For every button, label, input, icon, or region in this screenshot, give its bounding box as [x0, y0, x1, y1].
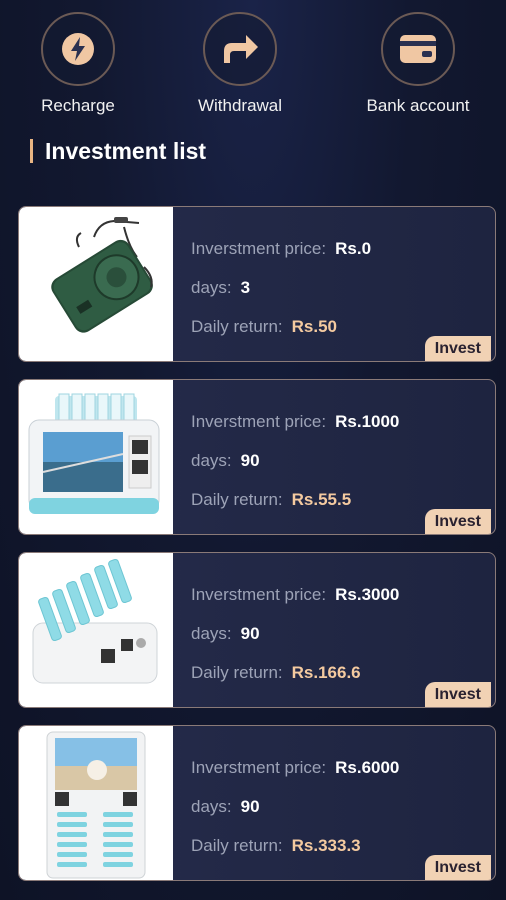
charging-station-screen-image: [19, 380, 173, 534]
price-value: Rs.6000: [335, 757, 400, 777]
price-value: Rs.3000: [335, 584, 400, 604]
price-label: Inverstment price:: [191, 238, 327, 258]
invest-button[interactable]: Invest: [424, 336, 491, 361]
investment-card[interactable]: Inverstment price: Rs.1000 days: 90 Daily …: [18, 379, 496, 535]
investment-info: Inverstment price: Rs.0 days: 3 Daily retu…: [191, 229, 371, 346]
days-label: days:: [191, 277, 232, 297]
bank-account-label: Bank account: [366, 96, 470, 115]
withdrawal-label: Withdrawal: [197, 96, 283, 115]
investment-card[interactable]: Inverstment price: Rs.0 days: 3 Daily retu…: [18, 206, 496, 362]
price-value: Rs.1000: [335, 411, 400, 431]
investment-card[interactable]: Inverstment price: Rs.3000 days: 90 Daily …: [18, 552, 496, 708]
investment-card[interactable]: Inverstment price: Rs.6000 days: 90 Daily …: [18, 725, 496, 881]
daily-return-value: Rs.333.3: [291, 835, 361, 855]
days-value: 90: [240, 796, 260, 816]
days-label: days:: [191, 450, 232, 470]
price-label: Inverstment price:: [191, 584, 327, 604]
daily-return-value: Rs.166.6: [291, 662, 361, 682]
investment-info: Inverstment price: Rs.3000 days: 90 Daily …: [191, 575, 399, 692]
recharge-icon-circle: [41, 12, 115, 86]
share-arrow-icon: [224, 35, 258, 63]
daily-return-label: Daily return:: [191, 662, 283, 682]
investment-info: Inverstment price: Rs.1000 days: 90 Daily …: [191, 402, 399, 519]
investment-list-title: Investment list: [45, 137, 207, 164]
power-bank-image: [19, 207, 173, 361]
invest-button[interactable]: Invest: [424, 509, 491, 534]
days-value: 90: [240, 623, 260, 643]
charging-kiosk-image: [19, 726, 173, 880]
daily-return-label: Daily return:: [191, 489, 283, 509]
bank-icon-circle: [381, 12, 455, 86]
daily-return-label: Daily return:: [191, 835, 283, 855]
quick-actions: Recharge Withdrawal Bank account: [0, 0, 506, 120]
title-accent-bar: [30, 139, 33, 163]
days-value: 3: [240, 277, 251, 297]
bank-account-button[interactable]: Bank account: [348, 12, 488, 116]
recharge-label: Recharge: [41, 96, 115, 115]
days-label: days:: [191, 623, 232, 643]
section-title: Investment list: [30, 137, 206, 165]
days-label: days:: [191, 796, 232, 816]
price-value: Rs.0: [335, 238, 372, 258]
invest-button[interactable]: Invest: [424, 682, 491, 707]
withdrawal-button[interactable]: Withdrawal: [170, 12, 310, 116]
daily-return-value: Rs.50: [291, 316, 338, 336]
recharge-button[interactable]: Recharge: [8, 12, 148, 116]
withdrawal-icon-circle: [203, 12, 277, 86]
price-label: Inverstment price:: [191, 757, 327, 777]
charging-station-slots-image: [19, 553, 173, 707]
investment-info: Inverstment price: Rs.6000 days: 90 Daily …: [191, 748, 399, 865]
invest-button[interactable]: Invest: [424, 855, 491, 880]
price-label: Inverstment price:: [191, 411, 327, 431]
lightning-icon: [62, 33, 94, 65]
days-value: 90: [240, 450, 260, 470]
wallet-card-icon: [400, 35, 436, 63]
daily-return-label: Daily return:: [191, 316, 283, 336]
daily-return-value: Rs.55.5: [291, 489, 352, 509]
